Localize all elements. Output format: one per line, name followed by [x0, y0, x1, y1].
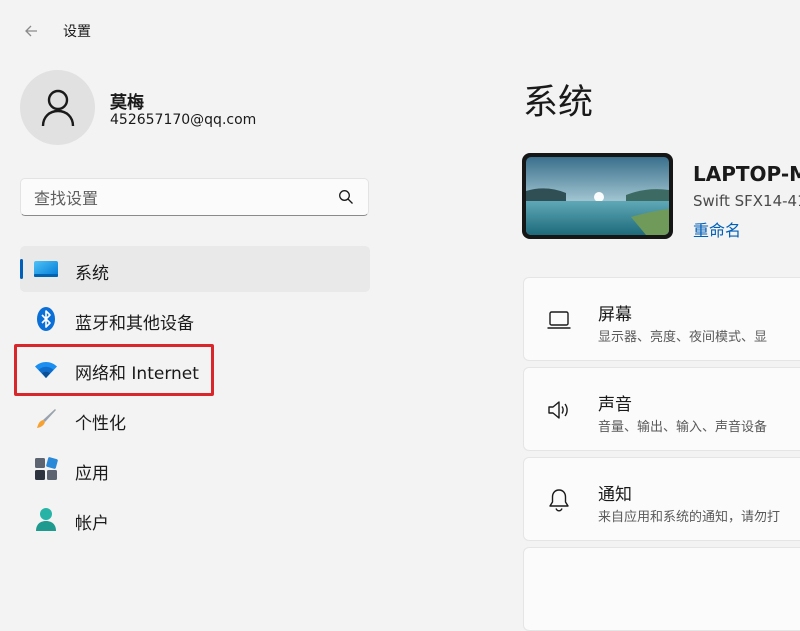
user-profile[interactable]: 莫梅 452657170@qq.com [20, 70, 320, 146]
rename-link[interactable]: 重命名 [693, 217, 741, 241]
page-title: 系统 [523, 83, 594, 123]
system-monitor-icon [34, 261, 58, 277]
sidebar-item-label: 蓝牙和其他设备 [75, 314, 194, 334]
display-icon [547, 311, 571, 329]
card-title: 声音 [598, 395, 632, 415]
sidebar-item-apps[interactable]: 应用 [20, 446, 370, 492]
settings-card-partial[interactable] [523, 547, 800, 631]
card-description: 音量、输出、输入、声音设备 [598, 420, 768, 435]
avatar [20, 70, 95, 145]
settings-card-sound[interactable]: 声音 音量、输出、输入、声音设备 [523, 367, 800, 451]
card-title: 通知 [598, 485, 632, 505]
sidebar-item-bluetooth[interactable]: 蓝牙和其他设备 [20, 296, 370, 342]
settings-card-notifications[interactable]: 通知 来自应用和系统的通知，请勿打 [523, 457, 800, 541]
wifi-icon [35, 362, 57, 378]
app-title: 设置 [63, 24, 91, 40]
sidebar-item-label: 帐户 [75, 514, 109, 534]
title-bar: 设置 [0, 0, 800, 60]
search-box [20, 178, 369, 217]
account-icon [36, 508, 56, 531]
sidebar-item-personalization[interactable]: 个性化 [20, 396, 370, 442]
user-icon [41, 89, 74, 126]
sidebar-item-accounts[interactable]: 帐户 [20, 496, 370, 542]
sidebar-item-system[interactable]: 系统 [20, 246, 370, 292]
card-description: 来自应用和系统的通知，请勿打 [598, 510, 781, 525]
device-model: Swift SFX14-41 [693, 192, 800, 210]
card-description: 显示器、亮度、夜间模式、显 [598, 330, 768, 345]
user-name: 莫梅 [110, 93, 144, 113]
speaker-icon [548, 401, 568, 419]
wallpaper-image [526, 157, 669, 235]
back-arrow-icon [25, 25, 37, 37]
device-name: LAPTOP-M [693, 162, 800, 186]
settings-card-display[interactable]: 屏幕 显示器、亮度、夜间模式、显 [523, 277, 800, 361]
bell-icon [549, 489, 569, 512]
sidebar-item-label: 应用 [75, 464, 109, 484]
card-title: 屏幕 [598, 305, 632, 325]
user-email: 452657170@qq.com [110, 112, 257, 128]
device-wallpaper-thumbnail [522, 153, 673, 239]
sidebar-item-network[interactable]: 网络和 Internet [20, 346, 370, 392]
apps-icon [35, 457, 58, 480]
sidebar-item-label: 系统 [75, 264, 109, 284]
sidebar-nav: 系统 蓝牙和其他设备 网络和 Internet 个性化 应用 帐户 [20, 246, 370, 546]
bluetooth-icon [37, 307, 55, 331]
sidebar-item-label: 个性化 [75, 414, 126, 434]
search-input[interactable] [21, 179, 336, 217]
paintbrush-icon [37, 409, 56, 428]
back-button[interactable] [18, 18, 44, 44]
sidebar-item-label: 网络和 Internet [75, 364, 199, 384]
search-icon[interactable] [338, 189, 354, 205]
active-indicator [20, 259, 23, 279]
